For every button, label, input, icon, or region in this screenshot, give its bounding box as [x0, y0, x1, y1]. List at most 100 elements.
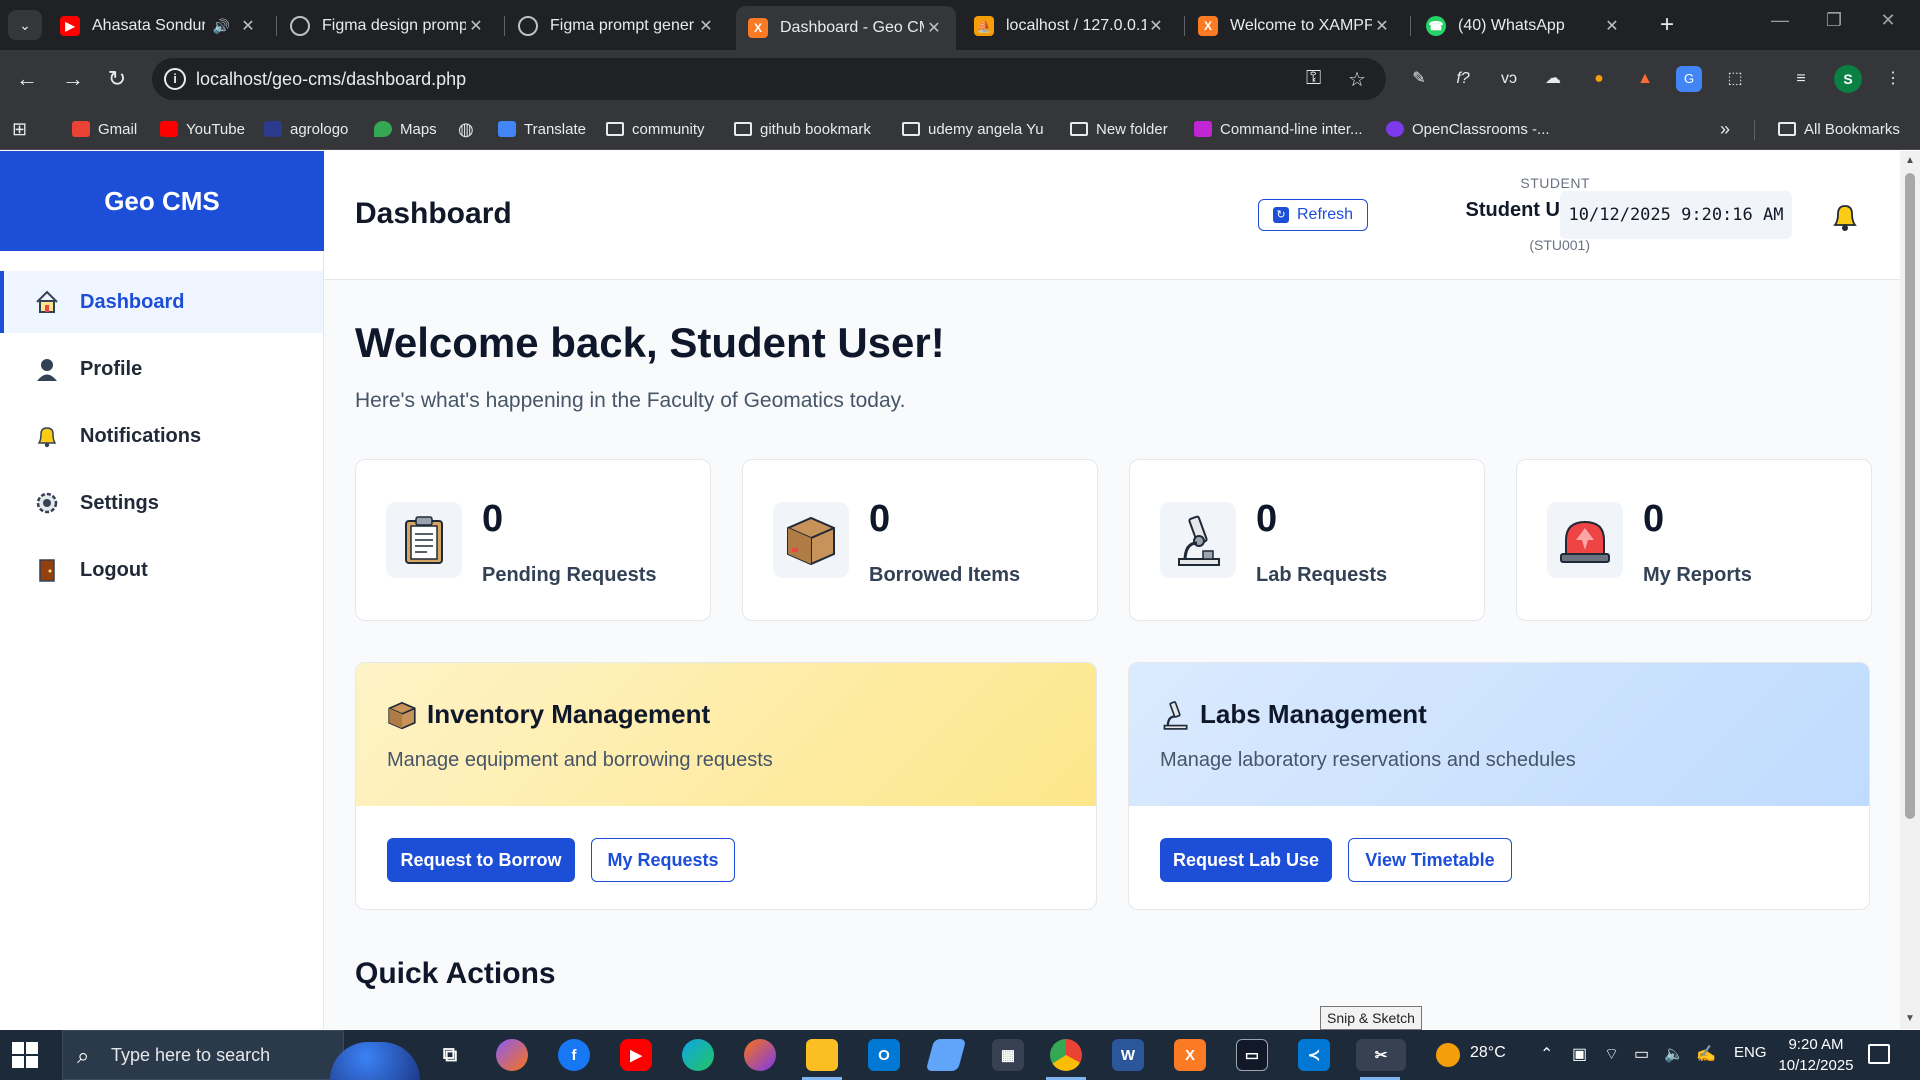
tab-phpmyadmin[interactable]: ⛵ localhost / 127.0.0.1 ✕ [962, 6, 1178, 46]
page-scrollbar[interactable]: ▲ ▼ [1900, 151, 1920, 1029]
window-close-icon[interactable]: ✕ [1868, 10, 1908, 31]
wifi-icon[interactable]: ⌔ [1604, 1044, 1619, 1064]
scrollbar-thumb[interactable] [1905, 173, 1915, 819]
inventory-header: Inventory Management Manage equipment an… [356, 663, 1096, 806]
media-control-icon[interactable]: ≡ [1788, 66, 1814, 92]
orange-ext-icon[interactable]: ● [1586, 66, 1612, 92]
tab-figma-design[interactable]: Figma design promp ✕ [278, 6, 498, 46]
sidebar-item-dashboard[interactable]: Dashboard [0, 271, 323, 333]
chevron-up-icon[interactable]: ⌃ [1540, 1044, 1553, 1064]
firefox-icon[interactable] [744, 1039, 776, 1071]
facebook-icon[interactable]: f [558, 1039, 590, 1071]
scroll-up-icon[interactable]: ▲ [1904, 155, 1916, 166]
sidebar-item-notifications[interactable]: Notifications [0, 405, 323, 467]
youtube-icon[interactable]: ▶ [620, 1039, 652, 1071]
request-lab-use-button[interactable]: Request Lab Use [1160, 838, 1332, 882]
bookmark-globe[interactable]: ◍ [458, 116, 474, 142]
bookmark-folder-udemy[interactable]: udemy angela Yu [902, 116, 1044, 142]
new-tab-button[interactable]: + [1652, 10, 1682, 40]
tab-youtube[interactable]: ▶ Ahasata Sonduru 🔊 ✕ [48, 6, 270, 46]
bookmark-agrologo[interactable]: agrologo [264, 116, 348, 142]
close-icon[interactable]: ✕ [1602, 16, 1622, 36]
terminal-icon[interactable]: ▭ [1236, 1039, 1268, 1071]
tab-xampp[interactable]: X Welcome to XAMPP ✕ [1186, 6, 1404, 46]
close-icon[interactable]: ✕ [924, 18, 944, 38]
site-info-icon[interactable]: i [164, 68, 186, 90]
outlook-icon[interactable]: O [868, 1039, 900, 1071]
sketch-app-icon[interactable] [925, 1039, 967, 1071]
back-icon[interactable]: ← [12, 64, 42, 94]
windows-start-icon[interactable] [12, 1042, 38, 1068]
task-view-icon[interactable]: ⧉ [434, 1039, 466, 1071]
bookmark-translate[interactable]: Translate [498, 116, 586, 142]
cloud-ext-icon[interactable]: ☁ [1540, 66, 1566, 92]
bookmark-youtube[interactable]: YouTube [160, 116, 245, 142]
tab-whatsapp[interactable]: ☎ (40) WhatsApp ✕ [1414, 6, 1634, 46]
snip-sketch-icon[interactable]: ✂ [1356, 1039, 1406, 1071]
scroll-down-icon[interactable]: ▼ [1904, 1013, 1916, 1024]
key-icon[interactable]: ⚿ [1306, 67, 1321, 90]
pen-icon[interactable]: ✍ [1696, 1044, 1716, 1064]
chrome-icon[interactable] [1050, 1039, 1082, 1071]
action-center-icon[interactable] [1868, 1044, 1890, 1064]
close-icon[interactable]: ✕ [466, 16, 486, 36]
sidebar-item-logout[interactable]: Logout [0, 539, 323, 601]
bookmark-folder-community[interactable]: community [606, 116, 705, 142]
close-icon[interactable]: ✕ [238, 16, 258, 36]
profile-avatar[interactable]: S [1834, 65, 1862, 93]
weather-temp[interactable]: 28°C [1470, 1044, 1506, 1062]
all-bookmarks-button[interactable]: All Bookmarks [1778, 116, 1900, 142]
close-icon[interactable]: ✕ [1372, 16, 1392, 36]
translate-ext-icon[interactable]: G [1676, 66, 1702, 92]
meet-now-icon[interactable]: ▣ [1572, 1044, 1587, 1064]
restore-icon[interactable]: ❐ [1814, 10, 1854, 31]
url-text[interactable]: localhost/geo-cms/dashboard.php [196, 69, 466, 90]
bookmark-openclassrooms[interactable]: OpenClassrooms -... [1386, 116, 1550, 142]
apps-grid-icon[interactable]: ⊞ [12, 116, 27, 142]
sidebar-item-profile[interactable]: Profile [0, 338, 323, 400]
close-icon[interactable]: ✕ [696, 16, 716, 36]
brand-logo[interactable]: Geo CMS [0, 151, 324, 251]
language-indicator[interactable]: ENG [1734, 1044, 1767, 1061]
extensions-icon[interactable]: ⬚ [1722, 66, 1748, 92]
tab-search-button[interactable]: ⌄ [8, 10, 42, 40]
bookmark-folder-github[interactable]: github bookmark [734, 116, 871, 142]
bookmark-gmail[interactable]: Gmail [72, 116, 137, 142]
vscode-icon[interactable]: ≺ [1298, 1039, 1330, 1071]
bookmark-command-line[interactable]: Command-line inter... [1194, 116, 1363, 142]
taskbar-search[interactable]: ⌕ Type here to search [62, 1030, 344, 1080]
menu-kebab-icon[interactable]: ⋮ [1880, 66, 1906, 92]
edge-icon[interactable] [682, 1039, 714, 1071]
refresh-button[interactable]: ↻ Refresh [1258, 199, 1368, 231]
bookmark-maps[interactable]: Maps [374, 116, 437, 142]
forward-icon[interactable]: → [58, 64, 88, 94]
vue-ext-icon[interactable]: vɔ [1496, 66, 1522, 92]
sidebar-item-settings[interactable]: Settings [0, 472, 323, 534]
tab-figma-prompt[interactable]: Figma prompt gener ✕ [506, 6, 728, 46]
color-picker-icon[interactable]: ✎ [1406, 66, 1432, 92]
taskbar-clock[interactable]: 9:20 AM 10/12/2025 [1776, 1034, 1856, 1076]
file-explorer-icon[interactable] [806, 1039, 838, 1071]
calculator-icon[interactable]: ▦ [992, 1039, 1024, 1071]
copilot-icon[interactable] [496, 1039, 528, 1071]
reload-icon[interactable]: ↻ [102, 64, 132, 94]
request-to-borrow-button[interactable]: Request to Borrow [387, 838, 575, 882]
minimize-icon[interactable]: — [1760, 10, 1800, 31]
tab-dashboard[interactable]: X Dashboard - Geo CM ✕ [736, 6, 956, 50]
welcome-subtitle: Here's what's happening in the Faculty o… [355, 389, 906, 412]
view-timetable-button[interactable]: View Timetable [1348, 838, 1512, 882]
bookmark-folder-new[interactable]: New folder [1070, 116, 1168, 142]
notification-bell-icon[interactable] [1830, 201, 1860, 233]
speaker-icon[interactable]: 🔊 [213, 18, 230, 35]
star-icon[interactable]: ☆ [1348, 67, 1366, 92]
function-ext-icon[interactable]: f? [1450, 66, 1476, 92]
xampp-icon[interactable]: X [1174, 1039, 1206, 1071]
word-icon[interactable]: W [1112, 1039, 1144, 1071]
more-bookmarks-button[interactable]: » [1720, 116, 1730, 142]
volume-icon[interactable]: 🔈 [1664, 1044, 1684, 1064]
fox-ext-icon[interactable]: ▲ [1632, 66, 1658, 92]
my-requests-button[interactable]: My Requests [591, 838, 735, 882]
battery-icon[interactable]: ▭ [1634, 1044, 1649, 1064]
close-icon[interactable]: ✕ [1146, 16, 1166, 36]
address-bar[interactable]: i localhost/geo-cms/dashboard.php ⚿ ☆ [152, 58, 1386, 100]
